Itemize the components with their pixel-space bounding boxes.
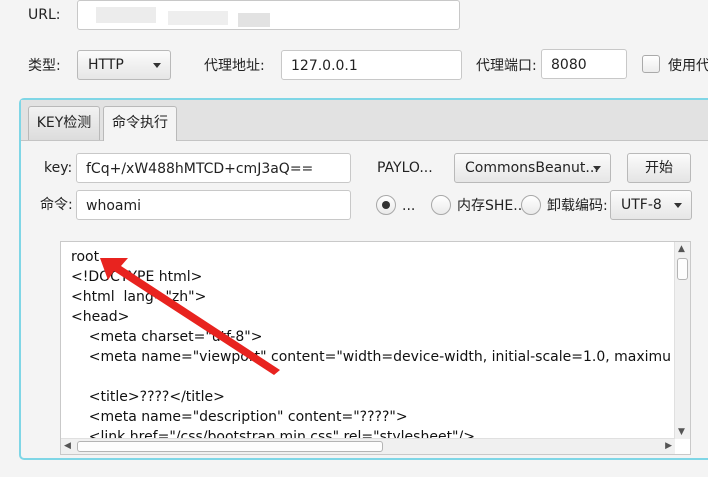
red-arrow-icon: [100, 258, 280, 375]
annotation-arrow-shape: [100, 258, 280, 375]
